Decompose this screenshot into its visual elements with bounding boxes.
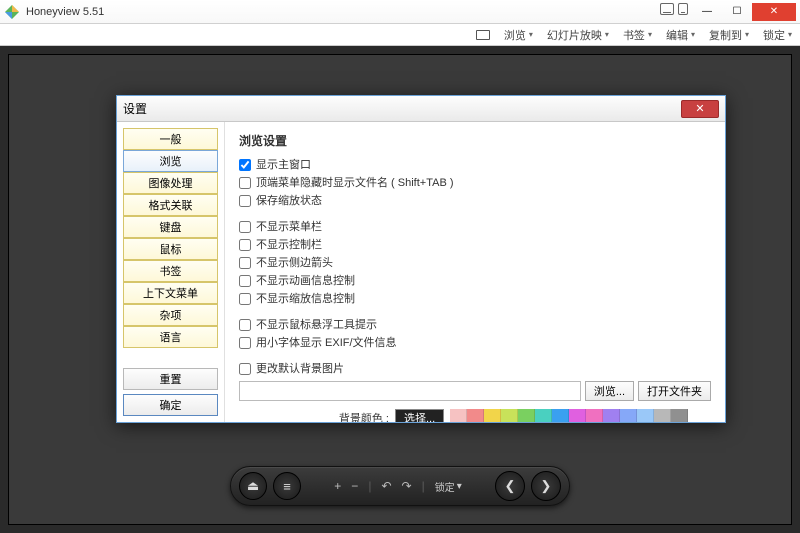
zoom-in-icon[interactable]: + xyxy=(334,479,341,493)
checkbox-g3-0[interactable]: 不显示鼠标悬浮工具提示 xyxy=(239,317,711,333)
close-button[interactable]: ✕ xyxy=(752,3,796,21)
settings-tab-6[interactable]: 书签 xyxy=(123,260,218,282)
checkbox-g2-3-input[interactable] xyxy=(239,275,251,287)
dialog-titlebar: 设置 ✕ xyxy=(117,96,725,122)
prev-button[interactable]: ❮ xyxy=(495,471,525,501)
settings-tab-2[interactable]: 图像处理 xyxy=(123,172,218,194)
swatch[interactable] xyxy=(586,409,603,422)
settings-content: 浏览设置 显示主窗口顶端菜单隐藏时显示文件名 ( Shift+TAB ) 保存缩放… xyxy=(225,122,725,422)
checkbox-change-bg-input[interactable] xyxy=(239,363,251,375)
dialog-close-button[interactable]: ✕ xyxy=(681,100,719,118)
app-logo-icon xyxy=(4,4,20,20)
toolbar-view[interactable]: 浏览▾ xyxy=(504,27,533,43)
swatch[interactable] xyxy=(552,409,569,422)
bg-path-input[interactable] xyxy=(239,381,581,401)
menu-button[interactable]: ≡ xyxy=(273,472,301,500)
checkbox-g3-1[interactable]: 用小字体显示 EXIF/文件信息 xyxy=(239,335,711,351)
checkbox-g2-1[interactable]: 不显示控制栏 xyxy=(239,237,711,253)
checkbox-g1-0[interactable]: 显示主窗口 xyxy=(239,157,711,173)
open-folder-button[interactable]: 打开文件夹 xyxy=(638,381,711,401)
settings-dialog: 设置 ✕ 一般浏览图像处理格式关联键盘鼠标书签上下文菜单杂项语言 重置 确定 浏… xyxy=(116,95,726,423)
swatch[interactable] xyxy=(637,409,654,422)
minimize-button[interactable]: — xyxy=(692,3,722,21)
app-title: Honeyview 5.51 xyxy=(26,6,660,18)
main-toolbar: 浏览▾ 幻灯片放映▾ 书签▾ 编辑▾ 复制到▾ 锁定▾ xyxy=(0,24,800,46)
checkbox-g1-1[interactable]: 顶端菜单隐藏时显示文件名 ( Shift+TAB ) xyxy=(239,175,711,191)
browse-button[interactable]: 浏览... xyxy=(585,381,634,401)
swatch[interactable] xyxy=(518,409,535,422)
checkbox-change-bg[interactable]: 更改默认背景图片 xyxy=(239,361,711,377)
swatch[interactable] xyxy=(450,409,467,422)
toolbar-copyto[interactable]: 复制到▾ xyxy=(709,27,749,43)
toolbar-slideshow[interactable]: 幻灯片放映▾ xyxy=(547,27,609,43)
settings-tab-3[interactable]: 格式关联 xyxy=(123,194,218,216)
swatch[interactable] xyxy=(671,409,688,422)
swatch[interactable] xyxy=(484,409,501,422)
checkbox-g2-0[interactable]: 不显示菜单栏 xyxy=(239,219,711,235)
toolbar-bookmark[interactable]: 书签▾ xyxy=(623,27,652,43)
swatch[interactable] xyxy=(620,409,637,422)
rotate-right-icon[interactable]: ↷ xyxy=(402,479,412,493)
aspect1-icon[interactable] xyxy=(660,3,674,15)
checkbox-g2-2[interactable]: 不显示侧边箭头 xyxy=(239,255,711,271)
settings-tab-4[interactable]: 键盘 xyxy=(123,216,218,238)
checkbox-g1-2-input[interactable] xyxy=(239,195,251,207)
maximize-button[interactable]: ☐ xyxy=(722,3,752,21)
rotate-left-icon[interactable]: ↶ xyxy=(381,479,391,493)
settings-tab-7[interactable]: 上下文菜单 xyxy=(123,282,218,304)
eject-button[interactable]: ⏏ xyxy=(239,472,267,500)
checkbox-g2-4[interactable]: 不显示缩放信息控制 xyxy=(239,291,711,307)
toolbar-lock[interactable]: 锁定▾ xyxy=(763,27,792,43)
panel-heading: 浏览设置 xyxy=(239,132,711,149)
settings-tab-9[interactable]: 语言 xyxy=(123,326,218,348)
aspect2-icon[interactable] xyxy=(678,3,688,15)
checkbox-g3-1-input[interactable] xyxy=(239,337,251,349)
bg-color-select[interactable]: 选择... xyxy=(395,409,444,422)
settings-tab-0[interactable]: 一般 xyxy=(123,128,218,150)
checkbox-g2-0-input[interactable] xyxy=(239,221,251,233)
dialog-title: 设置 xyxy=(123,100,681,117)
checkbox-g1-1-input[interactable] xyxy=(239,177,251,189)
settings-tab-5[interactable]: 鼠标 xyxy=(123,238,218,260)
next-button[interactable]: ❯ xyxy=(531,471,561,501)
checkbox-g2-1-input[interactable] xyxy=(239,239,251,251)
swatch[interactable] xyxy=(654,409,671,422)
bg-color-label: 背景颜色 : xyxy=(239,410,389,422)
checkbox-g2-4-input[interactable] xyxy=(239,293,251,305)
settings-tab-8[interactable]: 杂项 xyxy=(123,304,218,326)
checkbox-g2-3[interactable]: 不显示动画信息控制 xyxy=(239,273,711,289)
swatch[interactable] xyxy=(501,409,518,422)
player-center: + − | ↶ ↷ | 锁定 ▾ xyxy=(307,479,489,494)
checkbox-g2-2-input[interactable] xyxy=(239,257,251,269)
settings-tab-1[interactable]: 浏览 xyxy=(123,150,218,172)
player-bar: ⏏ ≡ + − | ↶ ↷ | 锁定 ▾ ❮ ❯ xyxy=(230,466,570,506)
settings-sidebar: 一般浏览图像处理格式关联键盘鼠标书签上下文菜单杂项语言 重置 确定 xyxy=(117,122,225,422)
fit-screen-icon[interactable] xyxy=(476,30,490,40)
reset-button[interactable]: 重置 xyxy=(123,368,218,390)
checkbox-g1-2[interactable]: 保存缩放状态 xyxy=(239,193,711,209)
toolbar-edit[interactable]: 编辑▾ xyxy=(666,27,695,43)
swatch[interactable] xyxy=(467,409,484,422)
zoom-out-icon[interactable]: − xyxy=(351,479,358,493)
swatch[interactable] xyxy=(569,409,586,422)
player-lock[interactable]: 锁定 ▾ xyxy=(435,479,462,494)
checkbox-g3-0-input[interactable] xyxy=(239,319,251,331)
ok-button[interactable]: 确定 xyxy=(123,394,218,416)
titlebar: Honeyview 5.51 — ☐ ✕ xyxy=(0,0,800,24)
swatch[interactable] xyxy=(535,409,552,422)
checkbox-g1-0-input[interactable] xyxy=(239,159,251,171)
swatch[interactable] xyxy=(603,409,620,422)
